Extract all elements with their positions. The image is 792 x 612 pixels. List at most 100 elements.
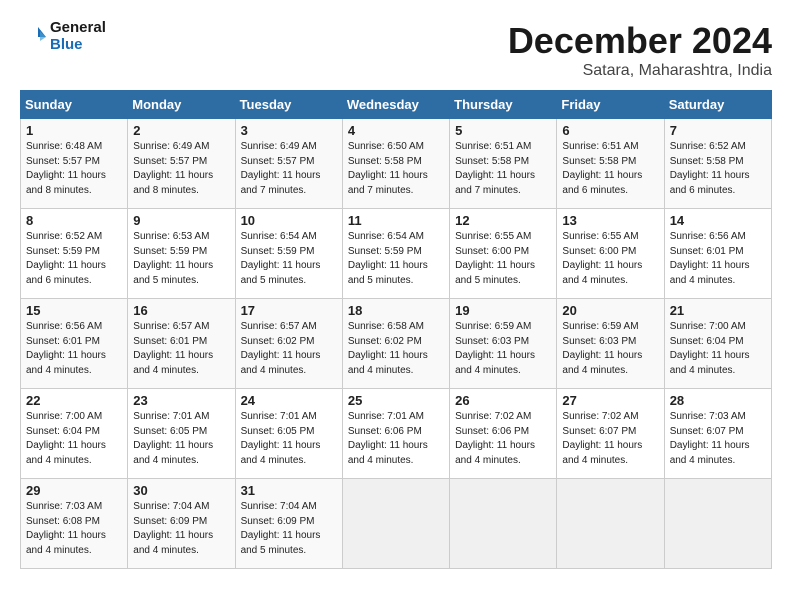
day-info: Sunrise: 6:52 AMSunset: 5:58 PMDaylight:… — [670, 140, 766, 198]
calendar-week-row: 8 Sunrise: 6:52 AMSunset: 5:59 PMDaylight… — [21, 209, 772, 299]
calendar-cell: 29Sunrise: 7:03 AMSunset: 6:08 PMDayligh… — [21, 479, 128, 569]
day-info: Sunrise: 6:55 AMSunset: 6:00 PMDaylight:… — [455, 230, 551, 288]
title-block: December 2024 Satara, Maharashtra, India — [508, 20, 772, 80]
day-info: Sunrise: 7:03 AMSunset: 6:07 PMDaylight:… — [670, 410, 766, 468]
day-info: Sunrise: 6:51 AMSunset: 5:58 PMDaylight:… — [455, 140, 551, 198]
weekday-header: Friday — [557, 91, 664, 119]
day-number: 31 — [241, 483, 337, 498]
weekday-header: Tuesday — [235, 91, 342, 119]
calendar-cell: 21Sunrise: 7:00 AMSunset: 6:04 PMDayligh… — [664, 299, 771, 389]
calendar-cell: 24 Sunrise: 7:01 AMSunset: 6:05 PMDayligh… — [235, 389, 342, 479]
calendar-cell: 1 Sunrise: 6:48 AMSunset: 5:57 PMDaylight… — [21, 119, 128, 209]
calendar-cell: 4 Sunrise: 6:50 AMSunset: 5:58 PMDaylight… — [342, 119, 449, 209]
day-info: Sunrise: 7:04 AMSunset: 6:09 PMDaylight:… — [241, 500, 337, 558]
calendar-week-row: 15 Sunrise: 6:56 AMSunset: 6:01 PMDayligh… — [21, 299, 772, 389]
calendar-body: 1 Sunrise: 6:48 AMSunset: 5:57 PMDaylight… — [21, 119, 772, 569]
day-info: Sunrise: 6:56 AMSunset: 6:01 PMDaylight:… — [26, 320, 122, 378]
calendar-cell — [450, 479, 557, 569]
day-number: 28 — [670, 393, 766, 408]
day-info: Sunrise: 7:01 AMSunset: 6:05 PMDaylight:… — [241, 410, 337, 468]
month-title: December 2024 — [508, 20, 772, 62]
day-number: 21 — [670, 303, 766, 318]
calendar-cell: 19 Sunrise: 6:59 AMSunset: 6:03 PMDayligh… — [450, 299, 557, 389]
day-number: 15 — [26, 303, 122, 318]
day-info: Sunrise: 7:02 AMSunset: 6:06 PMDaylight:… — [455, 410, 551, 468]
day-info: Sunrise: 7:01 AMSunset: 6:06 PMDaylight:… — [348, 410, 444, 468]
calendar-cell: 9 Sunrise: 6:53 AMSunset: 5:59 PMDaylight… — [128, 209, 235, 299]
weekday-header: Thursday — [450, 91, 557, 119]
day-number: 25 — [348, 393, 444, 408]
day-number: 14 — [670, 213, 766, 228]
day-info: Sunrise: 6:48 AMSunset: 5:57 PMDaylight:… — [26, 140, 122, 198]
calendar-cell — [342, 479, 449, 569]
logo-bird-icon — [20, 23, 48, 51]
day-number: 9 — [133, 213, 229, 228]
logo: General Blue — [20, 20, 106, 53]
day-number: 12 — [455, 213, 551, 228]
day-number: 16 — [133, 303, 229, 318]
calendar-cell: 25 Sunrise: 7:01 AMSunset: 6:06 PMDayligh… — [342, 389, 449, 479]
day-number: 24 — [241, 393, 337, 408]
calendar-cell: 23 Sunrise: 7:01 AMSunset: 6:05 PMDayligh… — [128, 389, 235, 479]
day-number: 8 — [26, 213, 122, 228]
day-info: Sunrise: 7:02 AMSunset: 6:07 PMDaylight:… — [562, 410, 658, 468]
calendar-cell: 3 Sunrise: 6:49 AMSunset: 5:57 PMDaylight… — [235, 119, 342, 209]
day-number: 7 — [670, 123, 766, 138]
calendar-cell: 20 Sunrise: 6:59 AMSunset: 6:03 PMDayligh… — [557, 299, 664, 389]
day-number: 26 — [455, 393, 551, 408]
day-info: Sunrise: 6:55 AMSunset: 6:00 PMDaylight:… — [562, 230, 658, 288]
calendar-cell: 13 Sunrise: 6:55 AMSunset: 6:00 PMDayligh… — [557, 209, 664, 299]
day-info: Sunrise: 6:49 AMSunset: 5:57 PMDaylight:… — [241, 140, 337, 198]
location-subtitle: Satara, Maharashtra, India — [508, 62, 772, 80]
day-info: Sunrise: 6:59 AMSunset: 6:03 PMDaylight:… — [455, 320, 551, 378]
day-number: 17 — [241, 303, 337, 318]
day-number: 23 — [133, 393, 229, 408]
day-info: Sunrise: 7:04 AMSunset: 6:09 PMDaylight:… — [133, 500, 229, 558]
calendar-cell — [557, 479, 664, 569]
calendar-cell: 7 Sunrise: 6:52 AMSunset: 5:58 PMDaylight… — [664, 119, 771, 209]
weekday-header: Wednesday — [342, 91, 449, 119]
logo-text: General Blue — [50, 20, 106, 53]
calendar-cell: 26 Sunrise: 7:02 AMSunset: 6:06 PMDayligh… — [450, 389, 557, 479]
calendar-week-row: 29Sunrise: 7:03 AMSunset: 6:08 PMDayligh… — [21, 479, 772, 569]
weekday-header: Monday — [128, 91, 235, 119]
day-number: 6 — [562, 123, 658, 138]
day-info: Sunrise: 6:52 AMSunset: 5:59 PMDaylight:… — [26, 230, 122, 288]
calendar-cell: 27 Sunrise: 7:02 AMSunset: 6:07 PMDayligh… — [557, 389, 664, 479]
calendar-cell: 5 Sunrise: 6:51 AMSunset: 5:58 PMDaylight… — [450, 119, 557, 209]
day-info: Sunrise: 6:53 AMSunset: 5:59 PMDaylight:… — [133, 230, 229, 288]
page-header: General Blue December 2024 Satara, Mahar… — [20, 20, 772, 80]
day-info: Sunrise: 7:00 AMSunset: 6:04 PMDaylight:… — [26, 410, 122, 468]
day-info: Sunrise: 6:58 AMSunset: 6:02 PMDaylight:… — [348, 320, 444, 378]
day-info: Sunrise: 7:03 AMSunset: 6:08 PMDaylight:… — [26, 500, 122, 558]
day-number: 1 — [26, 123, 122, 138]
calendar-cell: 2Sunrise: 6:49 AMSunset: 5:57 PMDaylight… — [128, 119, 235, 209]
day-number: 2 — [133, 123, 229, 138]
calendar-cell: 10Sunrise: 6:54 AMSunset: 5:59 PMDayligh… — [235, 209, 342, 299]
day-info: Sunrise: 7:01 AMSunset: 6:05 PMDaylight:… — [133, 410, 229, 468]
day-number: 5 — [455, 123, 551, 138]
calendar-header: SundayMondayTuesdayWednesdayThursdayFrid… — [21, 91, 772, 119]
day-number: 19 — [455, 303, 551, 318]
calendar-cell: 8 Sunrise: 6:52 AMSunset: 5:59 PMDaylight… — [21, 209, 128, 299]
day-number: 20 — [562, 303, 658, 318]
day-number: 4 — [348, 123, 444, 138]
calendar-cell — [664, 479, 771, 569]
weekday-header: Saturday — [664, 91, 771, 119]
calendar-cell: 31 Sunrise: 7:04 AMSunset: 6:09 PMDayligh… — [235, 479, 342, 569]
calendar-week-row: 1 Sunrise: 6:48 AMSunset: 5:57 PMDaylight… — [21, 119, 772, 209]
day-number: 30 — [133, 483, 229, 498]
day-info: Sunrise: 6:57 AMSunset: 6:02 PMDaylight:… — [241, 320, 337, 378]
day-number: 3 — [241, 123, 337, 138]
calendar-cell: 22Sunrise: 7:00 AMSunset: 6:04 PMDayligh… — [21, 389, 128, 479]
calendar-cell: 30 Sunrise: 7:04 AMSunset: 6:09 PMDayligh… — [128, 479, 235, 569]
day-number: 13 — [562, 213, 658, 228]
logo-container: General Blue — [20, 20, 106, 53]
day-info: Sunrise: 6:50 AMSunset: 5:58 PMDaylight:… — [348, 140, 444, 198]
calendar-cell: 28 Sunrise: 7:03 AMSunset: 6:07 PMDayligh… — [664, 389, 771, 479]
day-info: Sunrise: 6:54 AMSunset: 5:59 PMDaylight:… — [241, 230, 337, 288]
day-number: 18 — [348, 303, 444, 318]
calendar-cell: 6Sunrise: 6:51 AMSunset: 5:58 PMDaylight… — [557, 119, 664, 209]
day-number: 27 — [562, 393, 658, 408]
day-info: Sunrise: 6:59 AMSunset: 6:03 PMDaylight:… — [562, 320, 658, 378]
